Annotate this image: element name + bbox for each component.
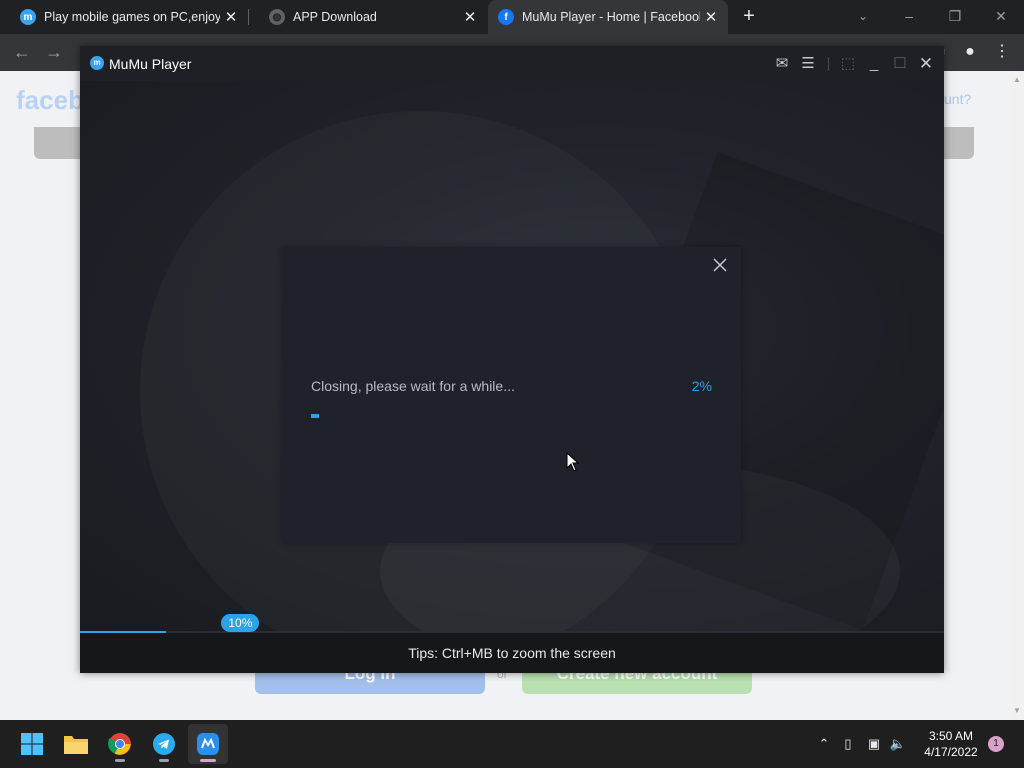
closing-progress-fill: [311, 414, 319, 418]
minimize-button[interactable]: –: [886, 0, 932, 34]
mumu-player-window: m MuMu Player ✉ ☰ ⬚ _ ☐ ✕ Closing, pleas…: [80, 46, 944, 673]
boot-progress-badge: 10%: [221, 614, 260, 632]
mumu-logo-icon: m: [90, 56, 104, 70]
tips-bar: Tips: Ctrl+MB to zoom the screen: [80, 633, 944, 673]
tab-title: MuMu Player - Home | Facebook: [522, 10, 700, 24]
close-icon[interactable]: ✕: [916, 54, 936, 74]
mail-icon[interactable]: ✉: [772, 54, 792, 74]
desktop-screen: m Play mobile games on PC,enjoy a ✕ ◍ AP…: [0, 0, 1024, 768]
tab-app-download[interactable]: ◍ APP Download ✕: [249, 0, 487, 34]
screenshot-icon[interactable]: ⬚: [838, 54, 858, 74]
mouse-cursor-icon: [566, 452, 580, 472]
mumu-emulator-screen: Closing, please wait for a while... 2% 1…: [80, 81, 944, 633]
windows-start-icon[interactable]: [12, 724, 52, 764]
tab-close-icon[interactable]: ✕: [459, 8, 481, 26]
tab-close-icon[interactable]: ✕: [700, 8, 722, 26]
mumu-window-title: MuMu Player: [109, 56, 192, 72]
minimize-icon[interactable]: _: [864, 54, 884, 74]
system-clock[interactable]: 3:50 AM 4/17/2022: [918, 728, 984, 760]
show-hidden-icons-chevron-icon[interactable]: ⌃: [814, 734, 834, 754]
file-explorer-icon[interactable]: [56, 724, 96, 764]
closing-percent: 2%: [691, 378, 712, 394]
dialog-close-icon[interactable]: [710, 255, 730, 275]
page-scrollbar[interactable]: ▲ ▼: [1010, 71, 1024, 720]
restore-button[interactable]: ❐: [932, 0, 978, 34]
notification-badge[interactable]: 1: [988, 736, 1004, 752]
new-tab-button[interactable]: +: [738, 5, 760, 27]
volume-icon[interactable]: 🔈: [888, 734, 908, 754]
close-window-button[interactable]: ✕: [978, 0, 1024, 34]
menu-kebab-icon[interactable]: ⋮: [990, 41, 1014, 65]
browser-tab-strip: m Play mobile games on PC,enjoy a ✕ ◍ AP…: [0, 0, 1024, 34]
tab-title: APP Download: [293, 10, 377, 24]
closing-message: Closing, please wait for a while...: [311, 378, 515, 394]
clock-date: 4/17/2022: [924, 745, 978, 759]
chrome-icon[interactable]: [100, 724, 140, 764]
clock-time: 3:50 AM: [928, 729, 974, 743]
tab-mumu-play-games[interactable]: m Play mobile games on PC,enjoy a ✕: [0, 0, 248, 34]
forward-arrow-icon[interactable]: →: [42, 41, 66, 65]
mumu-title-bar[interactable]: m MuMu Player ✉ ☰ ⬚ _ ☐ ✕: [80, 46, 944, 81]
mumu-favicon-icon: m: [20, 9, 36, 25]
hamburger-menu-icon[interactable]: ☰: [798, 54, 818, 74]
mumu-logo-icon: [197, 733, 219, 755]
running-indicator: [159, 759, 169, 762]
windows-taskbar: ⌃ ▯ ▣ 🔈 3:50 AM 4/17/2022 1: [0, 720, 1024, 768]
scroll-down-arrow-icon[interactable]: ▼: [1010, 704, 1024, 718]
facebook-logo: faceb: [16, 85, 84, 115]
folder-icon: [64, 736, 88, 754]
telegram-icon[interactable]: [144, 724, 184, 764]
chrome-logo-icon: [108, 733, 131, 755]
facebook-favicon-icon: f: [498, 9, 514, 25]
globe-icon: ◍: [269, 9, 285, 25]
network-icon[interactable]: ▣: [864, 734, 884, 754]
running-indicator: [200, 759, 216, 762]
back-arrow-icon[interactable]: ←: [10, 41, 34, 65]
telegram-logo-icon: [153, 733, 175, 755]
closing-progress-bar: [311, 414, 711, 418]
windows-logo-icon: [21, 733, 43, 755]
maximize-icon[interactable]: ☐: [890, 54, 910, 74]
mumu-player-icon[interactable]: [188, 724, 228, 764]
profile-icon[interactable]: ●: [958, 41, 982, 65]
tab-search-icon[interactable]: ⌄: [840, 0, 886, 34]
tab-mumu-facebook[interactable]: f MuMu Player - Home | Facebook ✕: [488, 0, 728, 34]
title-divider: [828, 57, 829, 71]
tab-title: Play mobile games on PC,enjoy a: [44, 10, 220, 24]
scroll-up-arrow-icon[interactable]: ▲: [1010, 73, 1024, 87]
closing-dialog: Closing, please wait for a while... 2%: [282, 247, 741, 543]
tablet-icon[interactable]: ▯: [838, 734, 858, 754]
running-indicator: [115, 759, 125, 762]
tab-close-icon[interactable]: ✕: [220, 8, 242, 26]
forgot-account-link[interactable]: unt?: [944, 91, 971, 107]
